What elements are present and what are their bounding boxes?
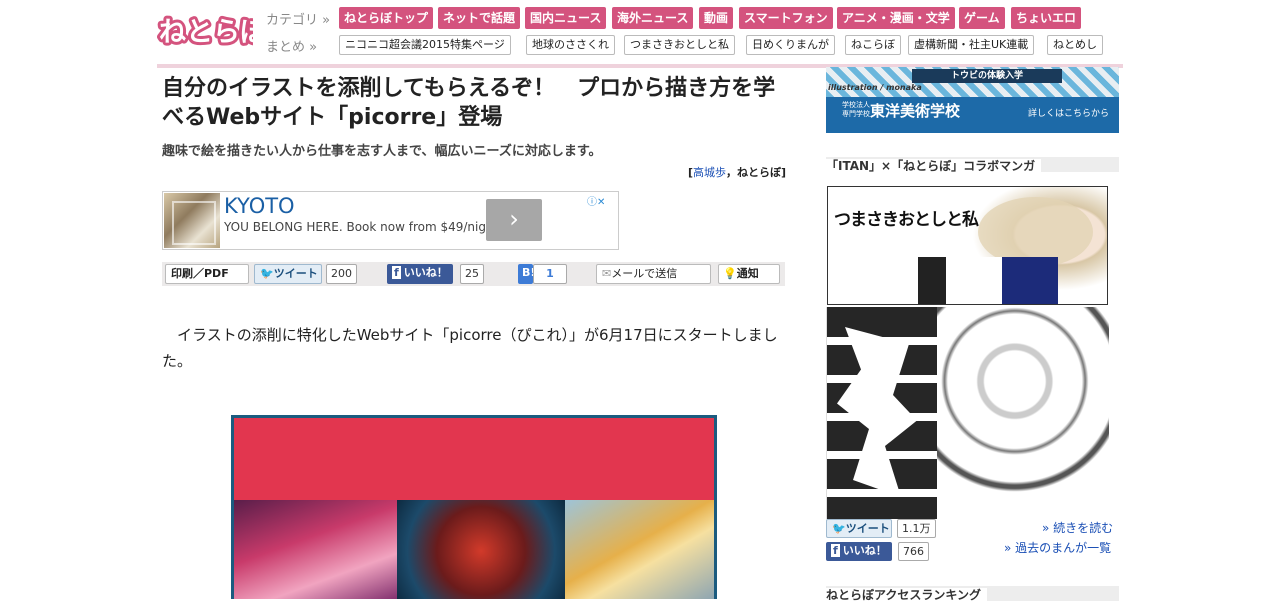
lightbulb-icon: 💡 bbox=[723, 267, 737, 280]
nav-anime-manga[interactable]: アニメ・漫画・文学 bbox=[837, 7, 955, 29]
article-title: 自分のイラストを添削してもらえるぞ！ プロから描き方を学べるWebサイト「pic… bbox=[162, 76, 776, 130]
nav-smartphone[interactable]: スマートフォン bbox=[739, 7, 833, 29]
ad-headline: KYOTO bbox=[224, 194, 295, 218]
banner-illustration-credit: illustration / monaka bbox=[828, 83, 922, 92]
tweet-count: 200 bbox=[326, 264, 357, 284]
hatena-count: 1 bbox=[533, 264, 567, 284]
byline: [高城歩，ねとらぼ] bbox=[560, 164, 786, 180]
mail-label: メールで送信 bbox=[611, 267, 678, 280]
ad-info-close-icon[interactable]: ⓘ✕ bbox=[587, 193, 617, 208]
matome-kyoko[interactable]: 虚構新聞・社主UK連載 bbox=[908, 35, 1035, 55]
banner-more-link[interactable]: 詳しくはこちらから bbox=[1028, 106, 1109, 119]
category-label: カテゴリ » bbox=[266, 13, 331, 28]
collab-heading-text: 「ITAN」×「ねとらぼ」コラボマンガ bbox=[826, 159, 1042, 173]
ranking-heading-text: ねとらぼアクセスランキング bbox=[826, 588, 988, 602]
manga-tweet-button[interactable]: 🐦ツイート bbox=[826, 519, 892, 538]
matome-niconico[interactable]: ニコニコ超会議2015特集ページ bbox=[339, 35, 511, 55]
manga-panel-title[interactable]: つまさきおとしと私 bbox=[827, 186, 1108, 305]
nav-netorabo-top[interactable]: ねとらぼトップ bbox=[339, 7, 434, 29]
ad-arrow-button[interactable]: › bbox=[486, 199, 542, 241]
manga-title: つまさきおとしと私 bbox=[834, 210, 979, 230]
notify-label: 通知 bbox=[736, 267, 759, 280]
ad-banner[interactable]: KYOTO YOU BELONG HERE. Book now from $49… bbox=[162, 191, 619, 250]
hero-illustration-girl bbox=[234, 500, 397, 599]
notify-button[interactable]: 💡通知 bbox=[718, 264, 780, 284]
ad-text: YOU BELONG HERE. Book now from $49/night… bbox=[224, 220, 503, 234]
twitter-bird-icon: 🐦 bbox=[260, 267, 274, 280]
tweet-label: ツイート bbox=[273, 267, 318, 280]
author-link[interactable]: 高城歩 bbox=[693, 166, 726, 179]
hero-red-panel bbox=[234, 418, 714, 500]
manga-tweet-label: ツイート bbox=[845, 522, 890, 535]
matome-himekuri[interactable]: 日めくりまんが bbox=[746, 35, 835, 55]
nav-net-wadai[interactable]: ネットで話題 bbox=[438, 7, 521, 29]
mail-share-button[interactable]: ✉メールで送信 bbox=[596, 264, 711, 284]
matome-tsumasaki[interactable]: つまさきおとしと私 bbox=[624, 35, 735, 55]
manga-like-button[interactable]: f いいね！ bbox=[826, 542, 892, 561]
print-pdf-button[interactable]: 印刷／PDF bbox=[165, 264, 249, 284]
nav-world-news[interactable]: 海外ニュース bbox=[612, 7, 694, 29]
nav-video[interactable]: 動画 bbox=[699, 7, 734, 29]
article-hero-image bbox=[231, 415, 717, 599]
mail-icon: ✉ bbox=[602, 267, 612, 280]
twitter-bird-icon: 🐦 bbox=[832, 522, 846, 535]
manga-screaming-face bbox=[937, 307, 1109, 519]
manga-like-label: いいね！ bbox=[842, 544, 887, 557]
share-bar: 印刷／PDF 🐦ツイート 200 f いいね！ 25 B! 1 ✉メールで送信 💡… bbox=[162, 262, 785, 286]
manga-tweet-count: 1.1万 bbox=[897, 519, 936, 538]
article-subtitle: 趣味で絵を描きたい人から仕事を志す人まで、幅広いニーズに対応します。 bbox=[162, 144, 602, 159]
facebook-like-button[interactable]: f いいね！ bbox=[387, 264, 453, 284]
matome-netomeshi[interactable]: ねとめし bbox=[1047, 35, 1103, 55]
nav-choi-ero[interactable]: ちょいエロ bbox=[1011, 7, 1082, 29]
manga-girl-dress bbox=[918, 257, 1058, 304]
past-manga-list-link[interactable]: » 過去のまんが一覧 bbox=[1004, 539, 1111, 556]
matome-nekorabo[interactable]: ねこらぼ bbox=[845, 35, 901, 55]
nav-game[interactable]: ゲーム bbox=[959, 7, 1005, 29]
hatena-bookmark-icon[interactable]: B! bbox=[518, 264, 535, 284]
banner-school-type: 学校法人 専門学校 bbox=[842, 101, 870, 118]
tweet-button[interactable]: 🐦ツイート bbox=[254, 264, 322, 284]
matome-sasakure[interactable]: 地球のささくれ bbox=[526, 35, 615, 55]
hero-illustration-robot bbox=[397, 500, 565, 599]
article-body: イラストの添削に特化したWebサイト「picorre（ぴこれ）」が6月17日にス… bbox=[162, 326, 778, 370]
collab-heading: 「ITAN」×「ねとらぼ」コラボマンガ bbox=[826, 157, 1119, 173]
facebook-icon: f bbox=[392, 266, 401, 279]
hero-illustration-bird bbox=[565, 500, 714, 599]
logo-text: ねとらぼ bbox=[159, 17, 253, 48]
matome-label: まとめ » bbox=[266, 40, 318, 55]
banner-school-name: 東洋美術学校 bbox=[870, 102, 961, 120]
banner-tag: トウビの体験入学 bbox=[912, 69, 1062, 83]
like-count: 25 bbox=[460, 264, 484, 284]
ad-photo bbox=[164, 193, 220, 248]
read-more-link[interactable]: » 続きを読む bbox=[1042, 519, 1113, 536]
facebook-icon: f bbox=[831, 544, 840, 557]
like-label: いいね！ bbox=[403, 266, 448, 279]
school-ad-banner[interactable]: トウビの体験入学 illustration / monaka 学校法人 専門学校… bbox=[826, 67, 1119, 133]
manga-panel-action[interactable] bbox=[826, 307, 1109, 519]
netorabo-logo[interactable]: ねとらぼ ねとらぼ bbox=[157, 8, 253, 50]
manga-like-count: 766 bbox=[898, 542, 929, 561]
nav-domestic-news[interactable]: 国内ニュース bbox=[525, 7, 607, 29]
byline-site: ，ねとらぼ] bbox=[725, 166, 786, 179]
